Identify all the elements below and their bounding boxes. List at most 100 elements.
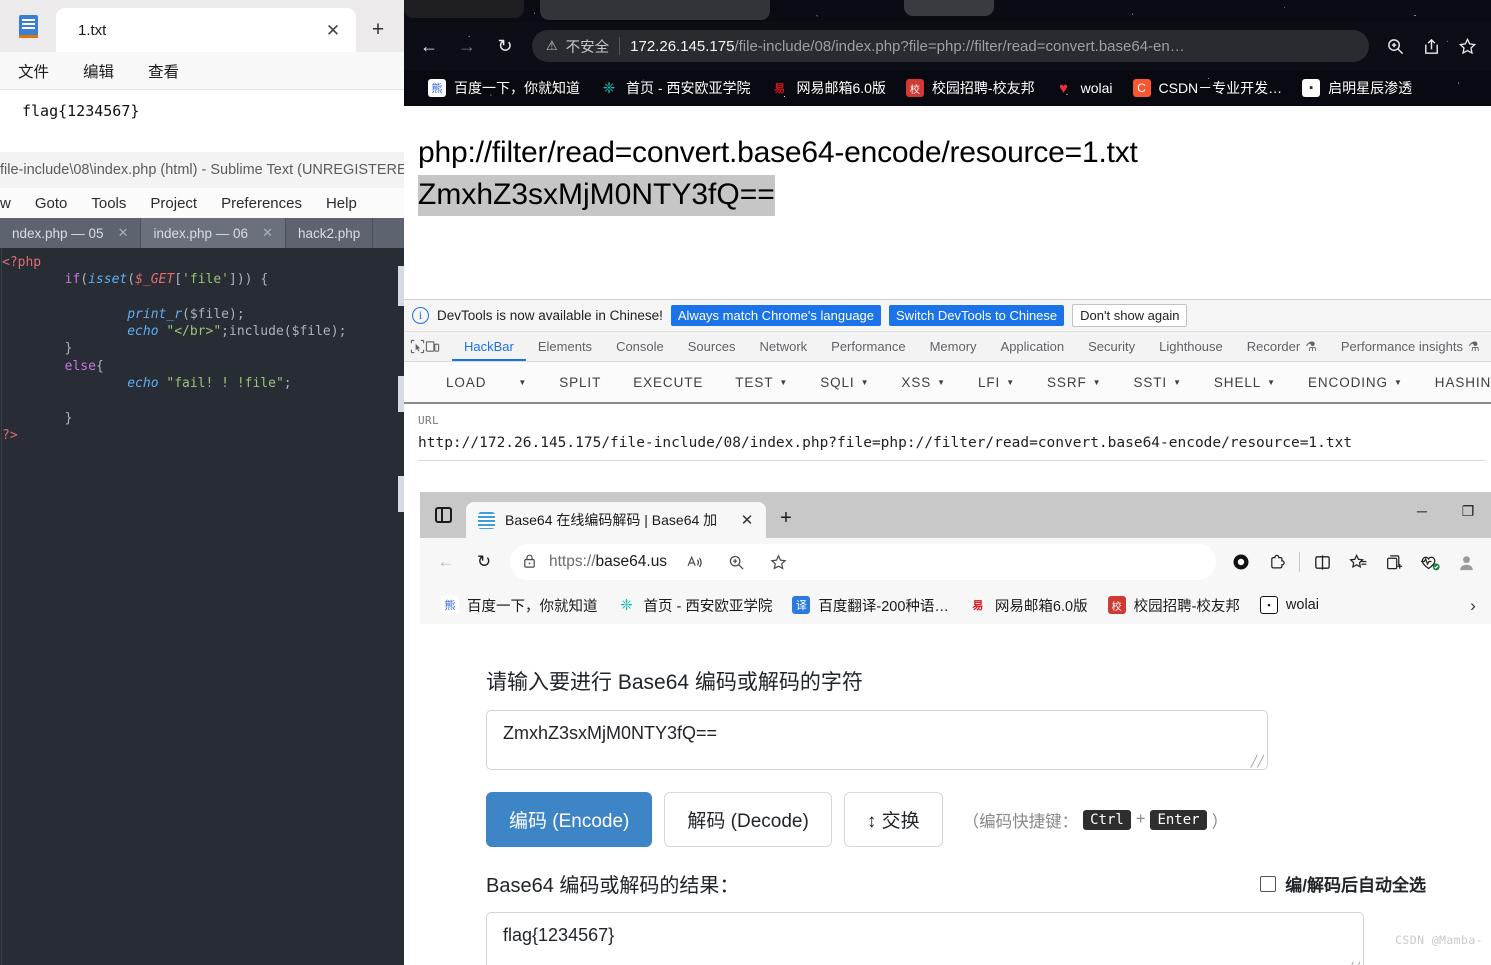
close-icon[interactable]: ✕: [118, 225, 129, 241]
chrome-new-tab-button[interactable]: [904, 0, 994, 16]
sublime-tab[interactable]: hack2.php: [286, 218, 374, 248]
hackbar-execute[interactable]: EXECUTE: [617, 375, 719, 390]
encode-button[interactable]: 编码 (Encode): [486, 792, 653, 847]
swap-button[interactable]: ↕ 交换: [843, 792, 943, 847]
profile-icon[interactable]: [1449, 545, 1483, 579]
share-icon[interactable]: [1415, 30, 1447, 62]
notepad-text-area[interactable]: flag{1234567}: [0, 90, 404, 152]
favorites-icon[interactable]: [1341, 545, 1375, 579]
base64-input-textarea[interactable]: ZmxhZ3sxMjM0NTY3fQ== ╱╱: [486, 710, 1268, 770]
hackbar-shell[interactable]: SHELL ▼: [1198, 375, 1292, 390]
collections-icon[interactable]: [1377, 545, 1411, 579]
devtools-tab-elements[interactable]: Elements: [526, 332, 604, 361]
new-tab-button[interactable]: +: [356, 8, 400, 52]
devtools-tab-security[interactable]: Security: [1076, 332, 1147, 361]
devtools-tab-application[interactable]: Application: [989, 332, 1077, 361]
bookmark-item[interactable]: C CSDN－专业开发…: [1125, 74, 1291, 102]
bookmark-star-icon[interactable]: [1451, 30, 1483, 62]
hackbar-sqli[interactable]: SQLI ▼: [804, 375, 885, 390]
hackbar-ssrf[interactable]: SSRF ▼: [1031, 375, 1117, 390]
reload-icon[interactable]: ↻: [488, 29, 522, 63]
hackbar-split[interactable]: SPLIT: [543, 375, 617, 390]
close-icon[interactable]: ✕: [320, 17, 346, 43]
menu-goto[interactable]: Goto: [35, 195, 68, 212]
menu-preferences[interactable]: Preferences: [221, 195, 302, 212]
devtools-tab-network[interactable]: Network: [747, 332, 819, 361]
close-icon[interactable]: ✕: [736, 509, 758, 531]
menu-tools[interactable]: Tools: [91, 195, 126, 212]
menu-view[interactable]: 查看: [148, 60, 179, 82]
devtools-tab-memory[interactable]: Memory: [918, 332, 989, 361]
devtools-tab-performance-insights[interactable]: Performance insights ⚗: [1329, 332, 1491, 361]
switch-to-chinese-button[interactable]: Switch DevTools to Chinese: [889, 305, 1065, 326]
bookmark-item[interactable]: ❈ 首页 - 西安欧亚学院: [592, 74, 758, 102]
extensions-icon[interactable]: [1260, 545, 1294, 579]
menu-project[interactable]: Project: [150, 195, 197, 212]
back-icon[interactable]: ←: [428, 544, 464, 580]
chrome-active-tab[interactable]: [540, 0, 770, 20]
hackbar-hashing[interactable]: HASHING▼: [1419, 375, 1491, 390]
hackbar-load[interactable]: LOAD: [430, 375, 502, 390]
favorite-star-icon[interactable]: [763, 547, 793, 577]
bookmark-item[interactable]: 熊百度一下，你就知道: [420, 74, 588, 102]
hackbar-encoding[interactable]: ENCODING ▼: [1292, 375, 1419, 390]
devtools-tab-sources[interactable]: Sources: [676, 332, 748, 361]
devtools-tab-console[interactable]: Console: [604, 332, 676, 361]
hackbar-load-dropdown[interactable]: ▼: [502, 378, 543, 387]
zoom-icon[interactable]: [1379, 30, 1411, 62]
chrome-address-bar[interactable]: ⚠ 不安全 172.26.145.175/file-include/08/ind…: [532, 30, 1369, 62]
menu-help[interactable]: Help: [326, 195, 357, 212]
decode-button[interactable]: 解码 (Decode): [664, 792, 832, 847]
resize-grip-icon[interactable]: ╱╱: [1251, 755, 1264, 768]
inspect-element-icon[interactable]: [410, 332, 425, 361]
minimize-button[interactable]: ─: [1399, 492, 1445, 530]
copilot-icon[interactable]: [1224, 545, 1258, 579]
bookmark-item[interactable]: 译百度翻译-200种语…: [783, 591, 958, 620]
bookmark-item[interactable]: 校校园招聘-校友邦: [1099, 591, 1249, 620]
bookmark-item[interactable]: 易网易邮箱6.0版: [762, 74, 893, 102]
bookmark-item[interactable]: ▪ wolai: [1251, 592, 1328, 618]
menu-file[interactable]: 文件: [18, 60, 49, 82]
sublime-editor[interactable]: <?php if(isset($_GET['file'])) { print_r…: [0, 248, 404, 965]
new-tab-button[interactable]: +: [766, 498, 806, 538]
sublime-tab[interactable]: ndex.php — 05 ✕: [0, 218, 142, 248]
edge-active-tab[interactable]: Base64 在线编码解码 | Base64 加 ✕: [466, 502, 766, 538]
chrome-tab-background[interactable]: [404, 0, 524, 18]
reload-icon[interactable]: ↻: [466, 544, 502, 580]
devtools-tab-recorder[interactable]: Recorder ⚗: [1235, 332, 1329, 361]
chevron-right-icon[interactable]: ›: [1461, 594, 1485, 618]
maximize-button[interactable]: ❐: [1445, 492, 1491, 530]
menu-edit[interactable]: 编辑: [83, 60, 114, 82]
back-icon[interactable]: ←: [412, 29, 446, 63]
devtools-tab-performance[interactable]: Performance: [819, 332, 917, 361]
always-match-language-button[interactable]: Always match Chrome's language: [670, 305, 882, 326]
bookmark-item[interactable]: 易网易邮箱6.0版: [960, 591, 1097, 620]
base64-output-textarea[interactable]: flag{1234567} ╱╱: [486, 912, 1364, 965]
device-toolbar-icon[interactable]: [425, 332, 440, 361]
bookmark-item[interactable]: 熊百度一下，你就知道: [432, 591, 607, 620]
browser-essentials-icon[interactable]: [1413, 545, 1447, 579]
forward-icon[interactable]: →: [450, 29, 484, 63]
hackbar-lfi[interactable]: LFI ▼: [962, 375, 1031, 390]
auto-select-option[interactable]: 编/解码后自动全选: [1260, 871, 1426, 896]
hackbar-test[interactable]: TEST ▼: [719, 375, 804, 390]
split-screen-icon[interactable]: [1305, 545, 1339, 579]
hackbar-ssti[interactable]: SSTI ▼: [1117, 375, 1197, 390]
sublime-tab[interactable]: index.php — 06 ✕: [141, 218, 286, 248]
bookmark-item[interactable]: 校校园招聘-校友邦: [898, 74, 1043, 102]
bookmark-item[interactable]: ▪ 启明星辰渗透: [1294, 74, 1420, 102]
devtools-tab-lighthouse[interactable]: Lighthouse: [1147, 332, 1235, 361]
hackbar-xss[interactable]: XSS ▼: [885, 375, 962, 390]
bookmark-item[interactable]: ♥ wolai: [1047, 75, 1121, 101]
dont-show-again-button[interactable]: Don't show again: [1072, 304, 1188, 327]
read-aloud-icon[interactable]: [679, 547, 709, 577]
devtools-tab-hackbar[interactable]: HackBar: [452, 332, 526, 361]
hackbar-url-input[interactable]: http://172.26.145.175/file-include/08/in…: [418, 435, 1491, 451]
zoom-icon[interactable]: [721, 547, 751, 577]
checkbox-icon[interactable]: [1260, 875, 1277, 892]
tab-actions-icon[interactable]: [420, 492, 466, 538]
close-icon[interactable]: ✕: [262, 225, 273, 241]
edge-address-bar[interactable]: https://base64.us: [510, 544, 1216, 580]
notepad-tab[interactable]: 1.txt ✕: [56, 8, 356, 52]
menu-view[interactable]: w: [0, 195, 11, 212]
